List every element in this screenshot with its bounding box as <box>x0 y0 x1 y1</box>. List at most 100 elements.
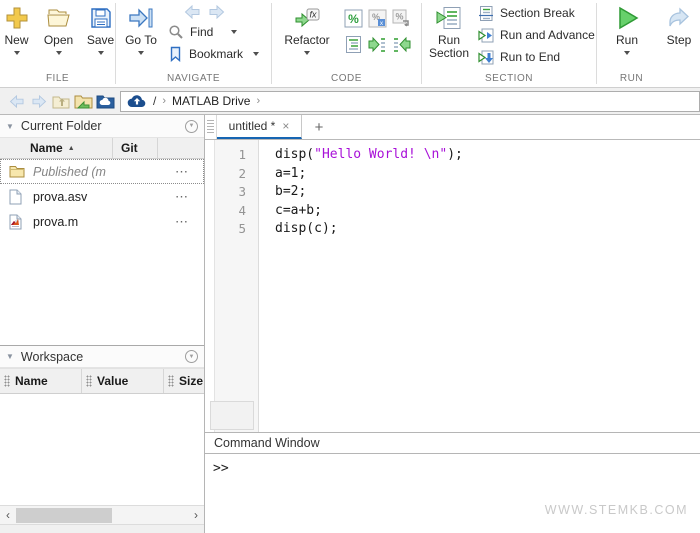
run-to-end-button[interactable]: Run to End <box>478 46 595 68</box>
code-line-2[interactable]: a=1; <box>275 165 700 184</box>
find-button[interactable]: Find <box>168 21 259 43</box>
section-group-label: SECTION <box>422 73 596 84</box>
current-folder-header[interactable]: ▼ Current Folder ▼ <box>0 115 204 138</box>
breadcrumb[interactable]: / › MATLAB Drive › <box>120 91 700 112</box>
up-one-level-icon[interactable] <box>50 91 72 111</box>
sidebar-horizontal-scrollbar[interactable]: ‹ › <box>0 505 204 524</box>
workspace-column-value[interactable]: Value <box>82 369 164 393</box>
sidebar-bottom-strip <box>0 524 204 533</box>
run-button[interactable]: Run <box>605 0 649 55</box>
tab-close-icon[interactable]: × <box>282 119 289 133</box>
section-break-button[interactable]: Section Break <box>478 2 595 24</box>
command-window-header[interactable]: Command Window <box>205 432 700 454</box>
refactor-dropdown-caret[interactable] <box>304 51 310 55</box>
code-line-5[interactable]: disp(c); <box>275 220 700 239</box>
workspace-column-name[interactable]: Name <box>0 369 82 393</box>
left-sidebar: ▼ Current Folder ▼ Name ▲ Git Published … <box>0 115 205 533</box>
smart-indent-icon[interactable] <box>344 35 363 54</box>
run-group-label: RUN <box>597 73 666 84</box>
bookmark-button[interactable]: Bookmark <box>168 43 259 65</box>
uncomment-icon[interactable]: %x <box>368 9 387 28</box>
breadcrumb-chevron-icon[interactable]: › <box>256 95 260 107</box>
breadcrumb-root[interactable]: / <box>153 94 156 108</box>
panel-actions-icon[interactable]: ▼ <box>185 120 198 133</box>
run-and-advance-button[interactable]: Run and Advance <box>478 24 595 46</box>
row-menu-icon[interactable]: ⋯ <box>175 214 203 230</box>
code-line-3[interactable]: b=2; <box>275 183 700 202</box>
folder-icon <box>9 164 26 180</box>
breadcrumb-chevron-icon: › <box>162 95 166 107</box>
refactor-button[interactable]: fx Refactor <box>276 0 338 55</box>
breadcrumb-matlab-drive[interactable]: MATLAB Drive <box>172 94 250 108</box>
scrollbar-thumb[interactable] <box>16 508 112 523</box>
run-dropdown-caret[interactable] <box>624 51 630 55</box>
step-button: Step <box>657 0 700 47</box>
run-section-icon <box>435 4 463 32</box>
refactor-fx-icon: fx <box>293 4 321 32</box>
toolstrip-group-file: New Open Save FILE <box>0 0 115 87</box>
history-forward-icon[interactable] <box>28 91 50 111</box>
collapse-triangle-icon[interactable]: ▼ <box>6 352 14 361</box>
row-menu-icon[interactable]: ⋯ <box>175 164 203 180</box>
navigate-forward-icon[interactable] <box>208 5 225 19</box>
collapse-triangle-icon[interactable]: ▼ <box>6 122 14 131</box>
goto-button[interactable]: Go To <box>122 0 160 55</box>
browse-folder-icon[interactable] <box>72 91 94 111</box>
column-grip-icon[interactable] <box>86 375 92 387</box>
column-grip-icon[interactable] <box>168 375 174 387</box>
decrease-indent-icon[interactable] <box>392 35 411 54</box>
file-row-prova-asv[interactable]: prova.asv ⋯ <box>0 184 204 209</box>
new-dropdown-caret[interactable] <box>14 51 20 55</box>
navigate-back-icon[interactable] <box>184 5 201 19</box>
goto-dropdown-caret[interactable] <box>138 51 144 55</box>
workspace-column-size[interactable]: Size <box>164 369 204 393</box>
open-dropdown-caret[interactable] <box>56 51 62 55</box>
open-folder-icon <box>45 4 73 32</box>
open-button[interactable]: Open <box>40 0 78 55</box>
code-group-label: CODE <box>272 73 421 84</box>
comment-icon[interactable]: % <box>344 9 363 28</box>
run-section-button[interactable]: Run Section <box>422 0 476 60</box>
new-tab-button[interactable]: + <box>302 115 336 139</box>
svg-text:%: % <box>395 12 403 22</box>
scroll-right-icon[interactable]: › <box>188 507 204 524</box>
toolstrip: New Open Save FILE <box>0 0 700 88</box>
code-text-area[interactable]: disp("Hello World! \n"); a=1; b=2; c=a+b… <box>259 140 700 432</box>
command-prompt[interactable]: >> <box>213 461 229 476</box>
workspace-header[interactable]: ▼ Workspace ▼ <box>0 345 204 368</box>
tab-bar-grip-icon[interactable] <box>205 115 217 139</box>
goto-icon <box>127 4 155 32</box>
scrollbar-track[interactable] <box>16 508 188 523</box>
cloud-folder-icon[interactable] <box>94 91 116 111</box>
code-line-4[interactable]: c=a+b; <box>275 202 700 221</box>
file-row-prova-m[interactable]: prova.m ⋯ <box>0 209 204 234</box>
column-header-git[interactable]: Git <box>113 138 158 158</box>
current-folder-title: Current Folder <box>21 119 185 133</box>
scroll-left-icon[interactable]: ‹ <box>0 507 16 524</box>
column-header-name[interactable]: Name ▲ <box>0 138 113 158</box>
breakpoint-gutter[interactable] <box>205 140 215 432</box>
column-grip-icon[interactable] <box>4 375 10 387</box>
file-row-published[interactable]: Published (m ⋯ <box>0 159 204 184</box>
find-dropdown-caret[interactable] <box>231 30 237 34</box>
sort-ascending-icon: ▲ <box>68 145 75 152</box>
bookmark-dropdown-caret[interactable] <box>253 52 259 56</box>
workspace-empty-area <box>0 394 204 505</box>
wrap-comments-icon[interactable]: % <box>392 9 411 28</box>
save-dropdown-caret[interactable] <box>98 51 104 55</box>
increase-indent-icon[interactable] <box>368 35 387 54</box>
editor-scrollbar-corner[interactable] <box>210 401 254 430</box>
new-button[interactable]: New <box>0 0 36 55</box>
string-token: "Hello World! \n" <box>314 147 447 162</box>
file-group-label: FILE <box>0 73 115 84</box>
row-menu-icon[interactable]: ⋯ <box>175 189 203 205</box>
tab-untitled[interactable]: untitled * × <box>217 115 302 139</box>
workspace-title: Workspace <box>21 350 185 364</box>
history-back-icon[interactable] <box>6 91 28 111</box>
command-window[interactable]: >> WWW.STEMKB.COM <box>205 454 700 533</box>
section-break-icon <box>478 5 494 22</box>
panel-actions-icon[interactable]: ▼ <box>185 350 198 363</box>
code-editor[interactable]: 1 2 3 4 5 disp("Hello World! \n"); a=1; … <box>205 140 700 432</box>
code-line-1[interactable]: disp("Hello World! \n"); <box>275 146 700 165</box>
save-button[interactable]: Save <box>82 0 120 55</box>
